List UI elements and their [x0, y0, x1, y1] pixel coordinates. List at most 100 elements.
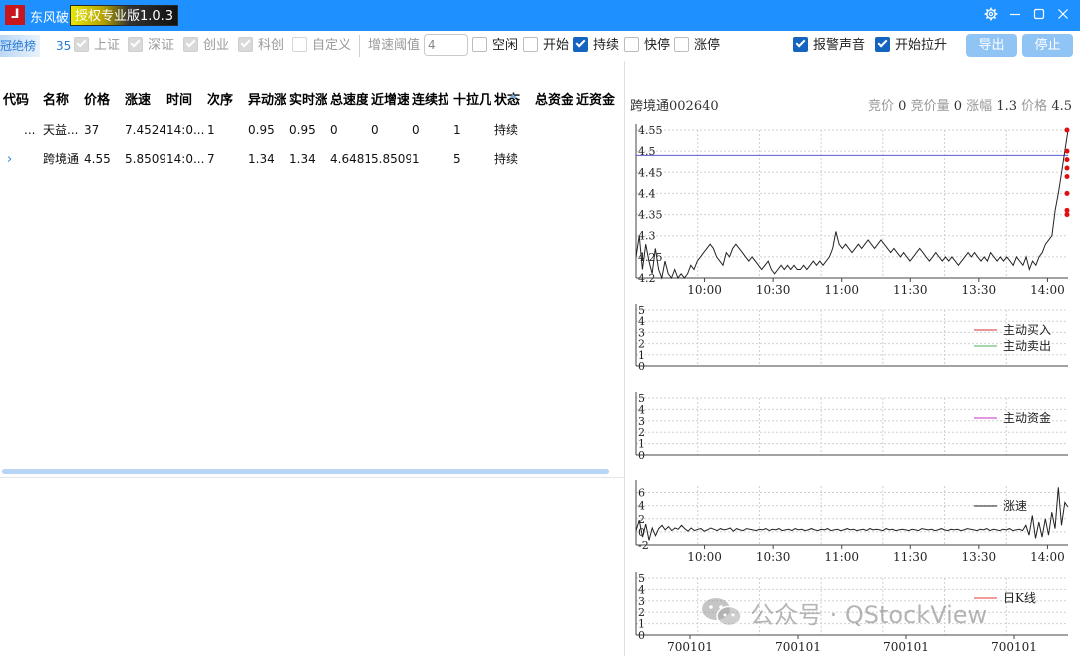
- close-icon[interactable]: [1054, 7, 1072, 25]
- bid-volume-label: 竞价量: [910, 99, 950, 114]
- table-row[interactable]: ... 天益... 37 7.4524 14:0... 1 0.95 0.95 …: [0, 116, 624, 145]
- cell-status: 持续: [494, 152, 519, 166]
- filter-limit-up[interactable]: 涨停: [674, 31, 720, 61]
- checkbox-icon[interactable]: [793, 37, 808, 52]
- maximize-icon[interactable]: [1030, 7, 1048, 25]
- watermark: 公众号 · QStockView: [700, 596, 987, 629]
- x-tick-label: 700101: [991, 640, 1037, 654]
- filter-label: 涨停: [694, 38, 721, 53]
- market-checkbox-shanghai: 上证: [74, 31, 120, 61]
- checkbox-icon[interactable]: [674, 37, 689, 52]
- checkbox-icon: [128, 37, 143, 52]
- table-row-selected[interactable]: › 跨境通 4.55 5.8509 14:0... 7 1.34 1.34 4.…: [0, 145, 624, 174]
- legend-label: 主动买入: [1003, 323, 1051, 337]
- stock-charts: 4.24.254.34.354.44.454.54.5510:00 10:30 11…: [635, 124, 1070, 654]
- checkbox-icon[interactable]: [624, 37, 639, 52]
- table-horizontal-scrollbar[interactable]: [2, 469, 609, 474]
- price-line: [635, 129, 1069, 280]
- filter-start[interactable]: 开始: [523, 31, 569, 61]
- col-header-status[interactable]: 状态: [494, 86, 532, 116]
- col-header-ten[interactable]: 十拉几: [453, 86, 491, 116]
- cell-speed: 7.4524: [125, 123, 165, 137]
- bid-value: 0: [898, 99, 907, 114]
- cell-speed: 5.8509: [125, 152, 165, 166]
- cell-realtime: 0.95: [289, 123, 316, 137]
- cell-order: 7: [207, 152, 215, 166]
- col-header-near-speed[interactable]: 近增速: [371, 86, 409, 116]
- cell-ten: 1: [453, 123, 461, 137]
- x-tick-label: 11:00: [824, 550, 859, 564]
- col-header-realtime[interactable]: 实时涨: [289, 86, 327, 116]
- signal-marker: [1064, 165, 1070, 171]
- x-tick-label: 10:00: [687, 550, 722, 564]
- chevron-right-icon[interactable]: ›: [7, 145, 12, 174]
- col-header-speed[interactable]: 涨速: [125, 86, 163, 116]
- col-header-near-funds[interactable]: 近资金: [576, 86, 618, 116]
- checkbox-icon[interactable]: [573, 37, 588, 52]
- y-tick-label: 1: [638, 618, 645, 631]
- col-header-total-speed[interactable]: 总速度: [330, 86, 368, 116]
- market-label: 科创: [258, 38, 285, 53]
- start-rise-checkbox[interactable]: 开始拉升: [875, 31, 947, 61]
- cell-total-funds: [535, 145, 573, 174]
- filter-idle[interactable]: 空闲: [472, 31, 518, 61]
- cell-abnormal: 1.34: [248, 152, 275, 166]
- bid-volume-value: 0: [953, 99, 963, 114]
- bid-label: 竞价: [868, 99, 895, 114]
- cell-price: 37: [84, 123, 100, 137]
- chart-panel-speed: -2024610:00 10:30 11:00 11:30 13:30 14:00涨速: [635, 480, 1069, 564]
- checkbox-icon[interactable]: [523, 37, 538, 52]
- y-tick-label: 5: [638, 304, 645, 317]
- cell-near-funds: [576, 145, 618, 174]
- col-header-continuous[interactable]: 连续拉: [412, 86, 448, 116]
- y-tick-label: 4.45: [638, 166, 663, 179]
- stop-button[interactable]: 停止: [1022, 34, 1073, 57]
- checkbox-icon: [74, 37, 89, 52]
- minimize-icon[interactable]: [1006, 7, 1024, 25]
- legend-label: 日K线: [1003, 591, 1036, 605]
- checkbox-icon[interactable]: [875, 37, 890, 52]
- license-badge: 授权专业版1.0.3: [70, 5, 179, 26]
- market-checkbox-custom: 自定义: [292, 31, 351, 61]
- y-tick-label: 4: [638, 403, 645, 416]
- cell-status: 持续: [494, 123, 519, 137]
- x-tick-label: 700101: [667, 640, 713, 654]
- list-name-tab[interactable]: 冠绝榜: [0, 35, 41, 57]
- col-header-code[interactable]: 代码: [3, 86, 39, 116]
- wechat-icon: [702, 598, 742, 627]
- filter-continue[interactable]: 持续: [573, 31, 619, 61]
- y-tick-label: 2: [638, 606, 645, 619]
- signal-marker: [1064, 157, 1070, 163]
- col-header-order[interactable]: 次序: [207, 86, 245, 116]
- start-rise-label: 开始拉升: [895, 38, 948, 53]
- export-button[interactable]: 导出: [966, 34, 1017, 57]
- col-header-abnormal[interactable]: 异动涨: [248, 86, 286, 116]
- cell-near-speed: 5.8509: [371, 152, 411, 166]
- cell-name: 跨境通: [43, 152, 80, 166]
- col-header-total-funds[interactable]: 总资金: [535, 86, 573, 116]
- app-window: ⅃ 东风破 授权专业版1.0.3 冠绝榜 35 上证 深证 创业 科创 自定义 …: [0, 0, 1080, 656]
- market-label: 上证: [94, 38, 121, 53]
- title-bar: ⅃ 东风破 授权专业版1.0.3: [0, 0, 1080, 31]
- signal-marker: [1064, 174, 1070, 180]
- col-header-time[interactable]: 时间: [166, 86, 204, 116]
- col-header-price[interactable]: 价格: [84, 86, 122, 116]
- alarm-sound-checkbox[interactable]: 报警声音: [793, 31, 865, 61]
- x-tick-label: 10:30: [756, 283, 791, 297]
- x-tick-label: 10:00: [687, 283, 722, 297]
- y-tick-label: 1: [638, 438, 645, 451]
- toolbar: 冠绝榜 35 上证 深证 创业 科创 自定义 增速阈值 4 空闲 开始 持续 快…: [0, 31, 1080, 61]
- x-tick-label: 11:30: [893, 550, 928, 564]
- market-label: 创业: [203, 38, 230, 53]
- threshold-input[interactable]: 4: [424, 34, 468, 56]
- market-checkbox-chinext: 创业: [183, 31, 229, 61]
- gear-icon[interactable]: [982, 7, 1000, 25]
- price-value: 4.5: [1051, 99, 1072, 114]
- checkbox-icon[interactable]: [472, 37, 487, 52]
- x-tick-label: 11:00: [824, 283, 859, 297]
- alarm-sound-label: 报警声音: [813, 38, 866, 53]
- change-label: 涨幅: [966, 99, 993, 114]
- col-header-name[interactable]: 名称: [43, 86, 81, 116]
- filter-stopping[interactable]: 快停: [624, 31, 670, 61]
- x-tick-label: 11:30: [893, 283, 928, 297]
